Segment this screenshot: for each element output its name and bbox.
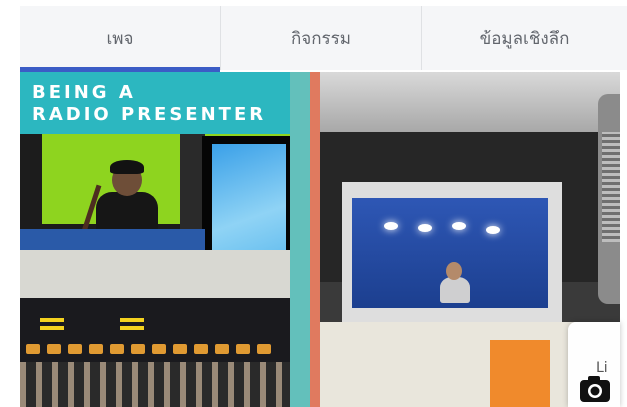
tab-activity[interactable]: กิจกรรม	[220, 6, 421, 70]
desk-body	[20, 250, 290, 302]
studio-ceiling	[320, 72, 620, 132]
studio-light	[486, 226, 500, 234]
console-knob	[236, 344, 250, 354]
console-knob	[47, 344, 61, 354]
studio-shadow	[20, 134, 42, 229]
studio-person-head	[446, 262, 462, 280]
console-knob	[194, 344, 208, 354]
console-knob	[68, 344, 82, 354]
microphone-grill	[602, 132, 620, 242]
console-knob	[215, 344, 229, 354]
studio-light	[384, 222, 398, 230]
photo-grid: BEING A RADIO PRESENTER	[20, 72, 620, 407]
banner-line-1: BEING A	[32, 82, 136, 103]
console-knob	[173, 344, 187, 354]
photo-divider-teal	[290, 72, 310, 407]
console-knob	[26, 344, 40, 354]
level-meter	[120, 318, 144, 322]
photo-banner: BEING A RADIO PRESENTER	[20, 72, 290, 134]
console-knob	[131, 344, 145, 354]
tab-bar: เพจ กิจกรรม ข้อมูลเชิงลึก	[20, 6, 627, 72]
desk-top	[20, 229, 205, 251]
studio-light	[452, 222, 466, 230]
photo-radio-presenter[interactable]: BEING A RADIO PRESENTER	[20, 72, 290, 407]
presenter-hair	[110, 160, 144, 174]
orange-panel	[490, 340, 550, 407]
level-meter	[40, 318, 64, 322]
tab-insights[interactable]: ข้อมูลเชิงลึก	[421, 6, 627, 70]
console-knob	[89, 344, 103, 354]
studio-person-body	[440, 277, 470, 303]
tab-page[interactable]: เพจ	[20, 6, 220, 72]
knob-row	[26, 344, 271, 354]
tab-insights-label: ข้อมูลเชิงลึก	[479, 28, 570, 49]
tab-activity-label: กิจกรรม	[290, 28, 351, 49]
photo-divider-coral	[310, 72, 320, 407]
console-knob	[110, 344, 124, 354]
fader-row	[20, 362, 290, 407]
console-knob	[152, 344, 166, 354]
level-meter	[120, 326, 144, 330]
banner-line-2: RADIO PRESENTER	[32, 104, 267, 125]
presenter-body	[96, 192, 158, 232]
level-meter	[40, 326, 64, 330]
camera-widget[interactable]: Li	[568, 322, 620, 407]
console-knob	[257, 344, 271, 354]
tab-page-label: เพจ	[106, 28, 134, 49]
camera-icon[interactable]	[578, 372, 612, 404]
studio-light	[418, 224, 432, 232]
